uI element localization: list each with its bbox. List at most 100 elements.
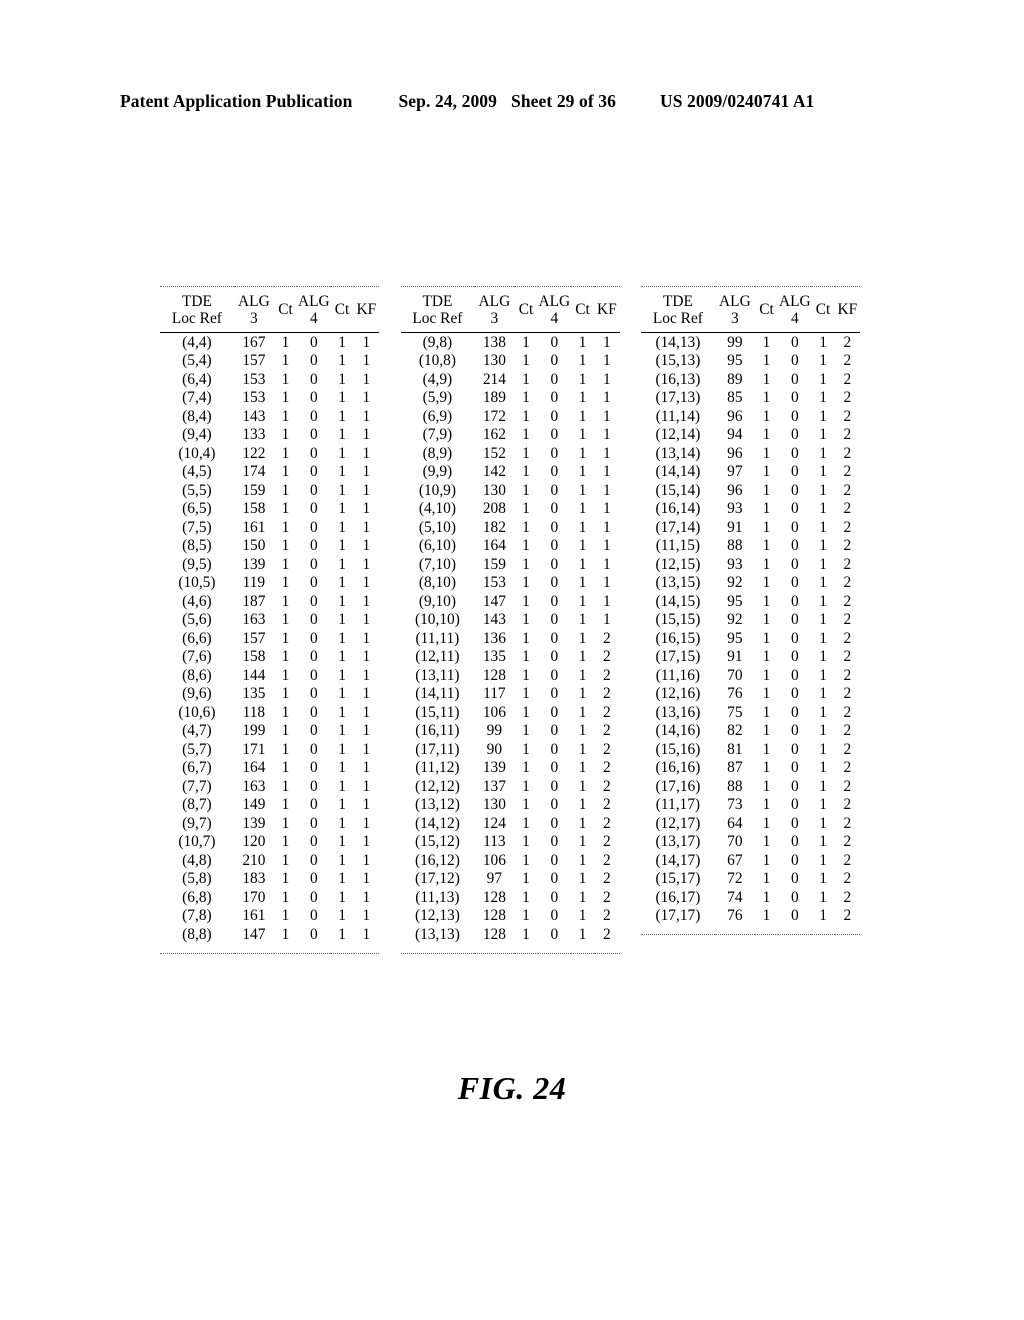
cell-loc: (7,10) — [418, 555, 456, 573]
table-row: (17,14) 91 1 0 1 2 — [641, 518, 860, 537]
table-row: (4,5) 174 1 0 1 1 — [160, 463, 379, 482]
cell-kf: 2 — [843, 888, 852, 906]
cell-ct2: 1 — [578, 703, 587, 721]
cell-alg3: 171 — [242, 740, 266, 758]
table-row: (5,4) 157 1 0 1 1 — [160, 352, 379, 371]
cell-alg3: 89 — [727, 370, 743, 388]
cell-alg3: 157 — [242, 352, 266, 370]
cell-ct2: 1 — [578, 722, 587, 740]
cell-alg3: 174 — [242, 463, 266, 481]
cell-alg4: 0 — [550, 444, 559, 462]
table-row: (11,15) 88 1 0 1 2 — [641, 537, 860, 556]
cell-ct1: 1 — [762, 722, 771, 740]
cell-ct1: 1 — [762, 574, 771, 592]
cell-loc: (17,12) — [414, 870, 460, 888]
cell-alg4: 0 — [790, 611, 799, 629]
cell-alg3: 95 — [727, 352, 743, 370]
cell-loc: (5,8) — [182, 870, 212, 888]
column-header-kf: KF — [594, 294, 619, 327]
column-header-ct2: Ct — [811, 294, 834, 327]
cell-alg3: 214 — [482, 370, 506, 388]
column-header-line1: Ct — [518, 301, 534, 319]
table-row: (11,11) 136 1 0 1 2 — [401, 629, 620, 648]
cell-kf: 1 — [362, 870, 371, 888]
table-row: (11,14) 96 1 0 1 2 — [641, 407, 860, 426]
cell-ct2: 1 — [819, 481, 827, 499]
cell-kf: 2 — [843, 740, 852, 758]
cell-ct2: 1 — [338, 333, 346, 351]
cell-ct1: 1 — [281, 389, 290, 407]
cell-alg4: 0 — [550, 352, 559, 370]
cell-kf: 2 — [843, 352, 852, 370]
table-row: (13,13) 128 1 0 1 2 — [401, 925, 620, 944]
cell-kf: 1 — [362, 629, 371, 647]
cell-loc: (10,10) — [414, 611, 460, 629]
table-row: (7,7) 163 1 0 1 1 — [160, 777, 379, 796]
cell-ct2: 1 — [338, 537, 346, 555]
cell-ct1: 1 — [522, 444, 530, 462]
table-row: (9,10) 147 1 0 1 1 — [401, 592, 620, 611]
cell-kf: 2 — [602, 907, 611, 925]
column-header-line1: Ct — [334, 301, 350, 319]
cell-loc: (7,9) — [422, 426, 453, 444]
column-header-line1: ALG — [297, 293, 330, 310]
cell-alg4: 0 — [309, 925, 318, 943]
cell-ct1: 1 — [281, 555, 290, 573]
table-row: (16,15) 95 1 0 1 2 — [641, 629, 860, 648]
cell-ct1: 1 — [522, 814, 530, 832]
cell-alg4: 0 — [790, 907, 799, 925]
cell-ct2: 1 — [578, 685, 587, 703]
column-header-line1: ALG — [478, 293, 511, 310]
cell-ct2: 1 — [338, 925, 346, 943]
cell-ct2: 1 — [819, 611, 827, 629]
table-row: (7,8) 161 1 0 1 1 — [160, 907, 379, 926]
cell-kf: 1 — [362, 407, 371, 425]
cell-kf: 2 — [602, 648, 611, 666]
cell-kf: 1 — [362, 333, 371, 351]
table-row: (12,17) 64 1 0 1 2 — [641, 814, 860, 833]
cell-kf: 2 — [602, 888, 611, 906]
cell-kf: 2 — [602, 796, 611, 814]
cell-alg3: 120 — [242, 833, 266, 851]
cell-ct1: 1 — [281, 370, 290, 388]
cell-kf: 2 — [843, 426, 852, 444]
cell-ct2: 1 — [819, 740, 827, 758]
column-header-ct1: Ct — [274, 294, 297, 327]
cell-ct2: 1 — [578, 389, 587, 407]
cell-loc: (7,6) — [182, 648, 212, 666]
cell-loc: (5,6) — [182, 611, 212, 629]
cell-kf: 2 — [843, 333, 852, 351]
cell-alg4: 0 — [790, 703, 799, 721]
cell-ct1: 1 — [522, 907, 530, 925]
cell-kf: 2 — [843, 500, 852, 518]
cell-ct2: 1 — [338, 629, 346, 647]
cell-ct1: 1 — [281, 537, 290, 555]
cell-alg3: 91 — [727, 518, 743, 536]
table-row: (12,13) 128 1 0 1 2 — [401, 907, 620, 926]
cell-loc: (16,14) — [655, 500, 701, 518]
cell-ct2: 1 — [819, 907, 827, 925]
cell-ct2: 1 — [338, 370, 346, 388]
cell-alg3: 72 — [727, 870, 743, 888]
cell-ct1: 1 — [522, 352, 530, 370]
cell-ct1: 1 — [762, 426, 771, 444]
table-row: (14,15) 95 1 0 1 2 — [641, 592, 860, 611]
table-row: (13,15) 92 1 0 1 2 — [641, 574, 860, 593]
cell-alg3: 163 — [242, 777, 266, 795]
table-row: (4,6) 187 1 0 1 1 — [160, 592, 379, 611]
cell-loc: (14,15) — [655, 592, 701, 610]
cell-ct1: 1 — [762, 352, 771, 370]
cell-ct2: 1 — [578, 537, 587, 555]
cell-kf: 2 — [602, 925, 611, 943]
cell-alg3: 106 — [482, 851, 506, 869]
cell-ct2: 1 — [819, 500, 827, 518]
cell-loc: (13,11) — [415, 666, 460, 684]
cell-alg3: 92 — [727, 574, 743, 592]
cell-ct2: 1 — [578, 907, 587, 925]
table-row: (4,10) 208 1 0 1 1 — [401, 500, 620, 519]
cell-loc: (7,5) — [182, 518, 212, 536]
cell-ct2: 1 — [338, 611, 346, 629]
cell-alg4: 0 — [550, 370, 559, 388]
cell-kf: 2 — [843, 703, 852, 721]
cell-alg3: 128 — [482, 888, 506, 906]
